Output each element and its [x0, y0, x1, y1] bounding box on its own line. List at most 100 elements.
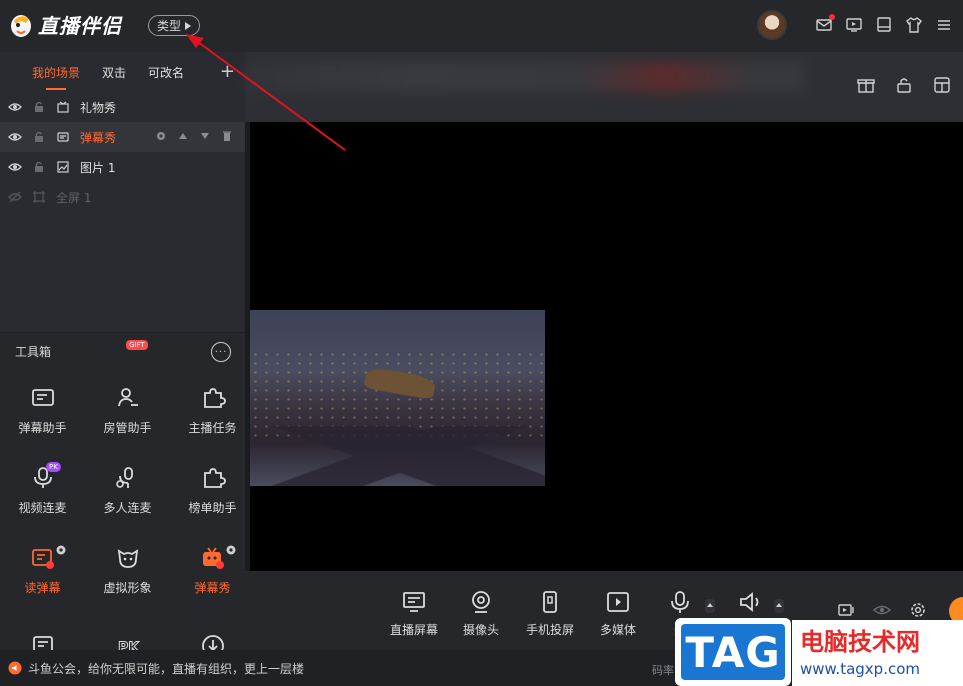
source-tools: [155, 130, 233, 142]
gift-badge: GIFT: [126, 340, 148, 350]
source-name: 礼物秀: [80, 100, 117, 115]
source-row-gift[interactable]: 礼物秀: [0, 92, 245, 122]
type-button[interactable]: 类型: [148, 15, 201, 36]
lock-icon[interactable]: [32, 160, 46, 174]
control-label: 多媒体: [600, 623, 637, 637]
danmu-source-icon: [56, 130, 70, 144]
tool-read-danmu[interactable]: 读弹幕: [0, 530, 85, 610]
tool-video-link[interactable]: PK 视频连麦: [0, 450, 85, 530]
type-button-label: 类型: [157, 19, 182, 33]
left-panel: 我的场景 双击 可改名 + 礼物秀 弹幕秀 图片 1 全屏 1 工具箱 ··· …: [0, 52, 245, 657]
watermark-title: 电脑技术网: [800, 628, 920, 656]
tool-label: 房管助手: [103, 420, 152, 435]
control-camera[interactable]: 摄像头: [463, 589, 499, 638]
tool-danmu-helper[interactable]: 弹幕助手: [0, 370, 85, 450]
mic-options-toggle[interactable]: [705, 599, 715, 613]
unlock-icon[interactable]: [895, 76, 913, 94]
tab-renamable[interactable]: 可改名: [148, 64, 184, 81]
read-danmu-icon: [31, 548, 54, 569]
tab-my-scene[interactable]: 我的场景: [32, 64, 80, 90]
avatar-virtual-icon: [117, 548, 138, 568]
mountains: [250, 426, 545, 486]
tool-danmu-show[interactable]: 弹幕秀: [170, 530, 255, 610]
tool-multi-link[interactable]: 多人连麦: [85, 450, 170, 530]
gift-source-icon: [56, 100, 70, 114]
tool-label: 弹幕秀: [194, 580, 231, 595]
multimedia-icon: [607, 592, 629, 612]
watermark-tag-text: TAG: [681, 624, 785, 680]
speaker-icon: [740, 592, 759, 612]
toolbox-header: 工具箱 ···: [0, 332, 245, 370]
image-source-icon: [56, 160, 70, 174]
gift-icon[interactable]: [857, 76, 875, 94]
tool-label: 多人连麦: [103, 500, 152, 515]
preview-eye-icon[interactable]: [873, 601, 891, 619]
move-up-icon[interactable]: [177, 130, 189, 142]
move-down-icon[interactable]: [199, 130, 211, 142]
eye-icon[interactable]: [8, 130, 22, 144]
watermark-url: www.tagxp.com: [800, 660, 920, 678]
delete-icon[interactable]: [221, 130, 233, 142]
control-label: 摄像头: [463, 623, 500, 637]
speaker-options-toggle[interactable]: [774, 599, 784, 613]
danmu-helper-icon: [31, 388, 54, 406]
shirt-icon[interactable]: [905, 16, 923, 34]
control-label: 直播屏幕: [390, 623, 439, 637]
eye-icon[interactable]: [8, 100, 22, 114]
tool-label: 榜单助手: [188, 500, 237, 515]
source-name: 弹幕秀: [80, 130, 117, 145]
source-row-image[interactable]: 图片 1: [0, 152, 245, 182]
preview-tools: [857, 76, 951, 94]
gear-icon[interactable]: [225, 544, 237, 556]
blurred-info: [245, 62, 805, 92]
tool-ranking[interactable]: 榜单助手: [170, 450, 255, 530]
control-speaker[interactable]: [738, 589, 764, 621]
tool-virtual-avatar[interactable]: 虚拟形象: [85, 530, 170, 610]
tool-grid: 弹幕助手 房管助手 主播任务 PK 视频连麦 多人连麦 榜单助手 读弹幕 虚拟形…: [0, 370, 245, 686]
tool-anchor-task[interactable]: 主播任务: [170, 370, 255, 450]
settings-icon[interactable]: [155, 130, 167, 142]
tool-label: 虚拟形象: [103, 580, 152, 595]
gear-icon[interactable]: [55, 544, 67, 556]
menu-icon[interactable]: [935, 16, 953, 34]
mail-icon[interactable]: [815, 14, 835, 34]
scene-tabs: 我的场景 双击 可改名 +: [0, 52, 245, 92]
more-icon[interactable]: ···: [211, 342, 231, 362]
control-phone-cast[interactable]: 手机投屏: [526, 589, 574, 638]
toolbox-title: 工具箱: [15, 345, 52, 359]
multi-link-icon: [115, 466, 133, 488]
add-scene-icon[interactable]: +: [220, 61, 235, 82]
eye-hidden-icon[interactable]: [8, 190, 22, 204]
layout-icon[interactable]: [933, 76, 951, 94]
danmu-show-icon: [202, 546, 224, 569]
control-screen[interactable]: 直播屏幕: [390, 589, 438, 638]
mic-icon: [671, 591, 689, 613]
lock-icon[interactable]: [32, 100, 46, 114]
tool-label: 主播任务: [188, 420, 237, 435]
device-icon[interactable]: [875, 16, 893, 34]
room-admin-icon: [117, 387, 138, 406]
logo: 直播伴侣: [8, 10, 122, 39]
image-source-preview[interactable]: [250, 310, 545, 486]
announcement-text[interactable]: 斗鱼公会，给你无限可能，直播有组织，更上一层楼: [28, 660, 304, 677]
eye-icon[interactable]: [8, 160, 22, 174]
source-row-fullscreen[interactable]: 全屏 1: [0, 182, 245, 212]
source-name: 全屏 1: [56, 190, 92, 205]
source-row-danmu[interactable]: 弹幕秀: [0, 122, 245, 152]
top-bar: 直播伴侣 类型: [0, 0, 963, 52]
tab-double-click[interactable]: 双击: [102, 64, 126, 81]
pk-badge: PK: [46, 462, 61, 472]
control-multimedia[interactable]: 多媒体: [600, 589, 636, 638]
play-screen-icon[interactable]: [845, 16, 863, 34]
control-label: 手机投屏: [526, 623, 575, 637]
tool-room-admin[interactable]: 房管助手: [85, 370, 170, 450]
ranking-icon: [203, 467, 226, 488]
record-icon[interactable]: [837, 601, 855, 619]
lock-icon[interactable]: [32, 130, 46, 144]
tool-label: 弹幕助手: [18, 420, 67, 435]
anchor-task-icon: [203, 387, 226, 408]
settings-gear-icon[interactable]: [909, 601, 927, 619]
source-name: 图片 1: [80, 160, 116, 175]
avatar[interactable]: [757, 10, 787, 40]
preview-canvas[interactable]: [250, 122, 963, 571]
